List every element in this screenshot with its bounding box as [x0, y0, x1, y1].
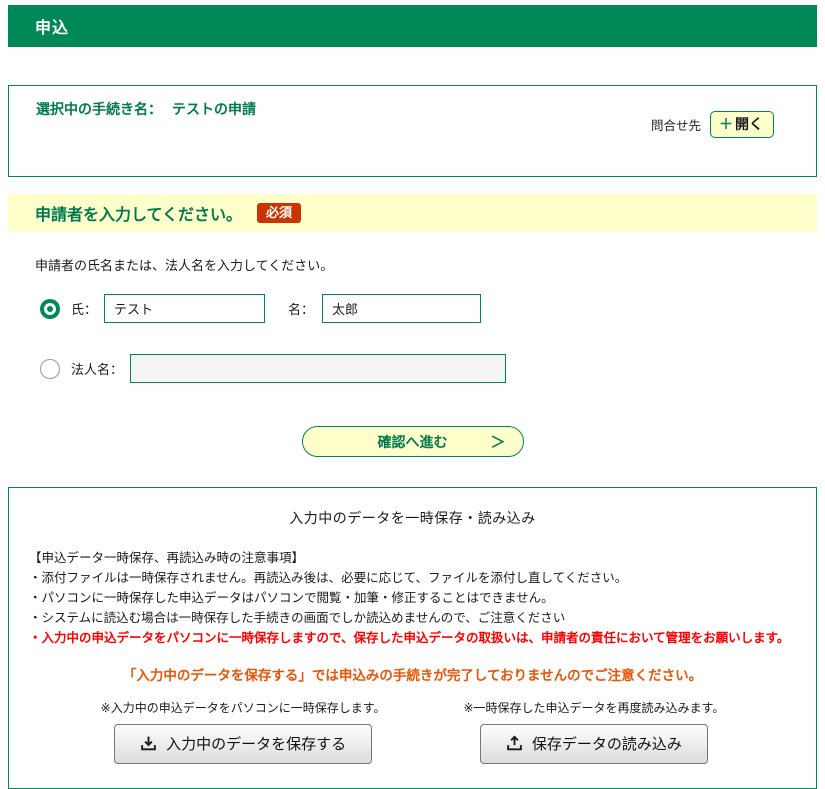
- save-column: ※入力中の申込データをパソコンに一時保存します。 入力中のデータを保存する: [101, 699, 386, 764]
- load-data-button[interactable]: 保存データの読み込み: [480, 724, 708, 764]
- selected-procedure-value: テストの申請: [172, 101, 256, 117]
- section-heading-text: 申請者を入力してください。: [35, 201, 242, 225]
- corporate-radio[interactable]: [40, 359, 60, 379]
- plus-icon: ＋: [719, 114, 733, 134]
- confirm-button[interactable]: 確認へ進む ＞: [302, 426, 524, 457]
- notes-heading: 【申込データ一時保存、再読込み時の注意事項】: [29, 548, 796, 568]
- confirm-button-label: 確認へ進む: [378, 434, 448, 450]
- temp-save-title: 入力中のデータを一時保存・読み込み: [29, 508, 796, 528]
- save-data-button[interactable]: 入力中のデータを保存する: [114, 724, 372, 764]
- inquiry-label: 問合せ先: [651, 115, 701, 134]
- chevron-right-icon: ＞: [490, 430, 505, 451]
- selected-procedure-label: 選択中の手続き名：: [36, 101, 162, 117]
- corporate-name-label: 法人名：: [71, 359, 123, 378]
- temp-save-box: 入力中のデータを一時保存・読み込み 【申込データ一時保存、再読込み時の注意事項】…: [8, 487, 817, 789]
- required-badge: 必須: [257, 203, 301, 223]
- corporate-name-input[interactable]: [130, 354, 506, 383]
- inquiry-open-button[interactable]: ＋ 開く: [710, 111, 774, 138]
- corporate-name-row: 法人名：: [40, 354, 817, 383]
- load-data-button-label: 保存データの読み込み: [532, 733, 682, 754]
- last-name-label: 氏：: [71, 299, 97, 318]
- individual-radio[interactable]: [40, 299, 60, 319]
- last-name-input[interactable]: [104, 294, 265, 323]
- first-name-input[interactable]: [322, 294, 481, 323]
- save-warning: 「入力中のデータを保存する」では申込みの手続きが完了しておりませんのでご注意くだ…: [29, 664, 796, 684]
- applicant-section-heading: 申請者を入力してください。 必須: [8, 194, 817, 232]
- procedure-box: 選択中の手続き名： テストの申請 問合せ先 ＋ 開く: [8, 85, 817, 177]
- note-line-red: ・入力中の申込データをパソコンに一時保存しますので、保存した申込データの取扱いは…: [29, 628, 796, 648]
- application-page: 申込 選択中の手続き名： テストの申請 問合せ先 ＋ 開く 申請者を入力してくださ…: [0, 0, 825, 789]
- inquiry-open-label: 開く: [735, 114, 763, 134]
- note-line: ・添付ファイルは一時保存されません。再読込み後は、必要に応じて、ファイルを添付し…: [29, 568, 796, 588]
- save-load-columns: ※入力中の申込データをパソコンに一時保存します。 入力中のデータを保存する ※一…: [29, 699, 796, 764]
- inquiry-row: 問合せ先 ＋ 開く: [651, 111, 774, 138]
- save-data-button-label: 入力中のデータを保存する: [166, 733, 346, 754]
- upload-icon: [506, 735, 523, 752]
- page-title: 申込: [8, 5, 817, 47]
- note-line: ・パソコンに一時保存した申込データはパソコンで閲覧・加筆・修正することはできませ…: [29, 588, 796, 608]
- temp-save-notes: 【申込データ一時保存、再読込み時の注意事項】 ・添付ファイルは一時保存されません…: [29, 548, 796, 648]
- download-icon: [140, 735, 157, 752]
- individual-name-row: 氏： 名：: [40, 294, 817, 323]
- note-line: ・システムに読込む場合は一時保存した手続きの画面でしか読込めませんので、ご注意く…: [29, 608, 796, 628]
- form-description: 申請者の氏名または、法人名を入力してください。: [35, 255, 817, 274]
- load-column: ※一時保存した申込データを再度読み込みます。 保存データの読み込み: [464, 699, 725, 764]
- save-caption: ※入力中の申込データをパソコンに一時保存します。: [101, 699, 386, 716]
- page-title-text: 申込: [35, 14, 69, 38]
- first-name-label: 名：: [288, 299, 314, 318]
- submit-row: 確認へ進む ＞: [8, 426, 817, 457]
- load-caption: ※一時保存した申込データを再度読み込みます。: [464, 699, 725, 716]
